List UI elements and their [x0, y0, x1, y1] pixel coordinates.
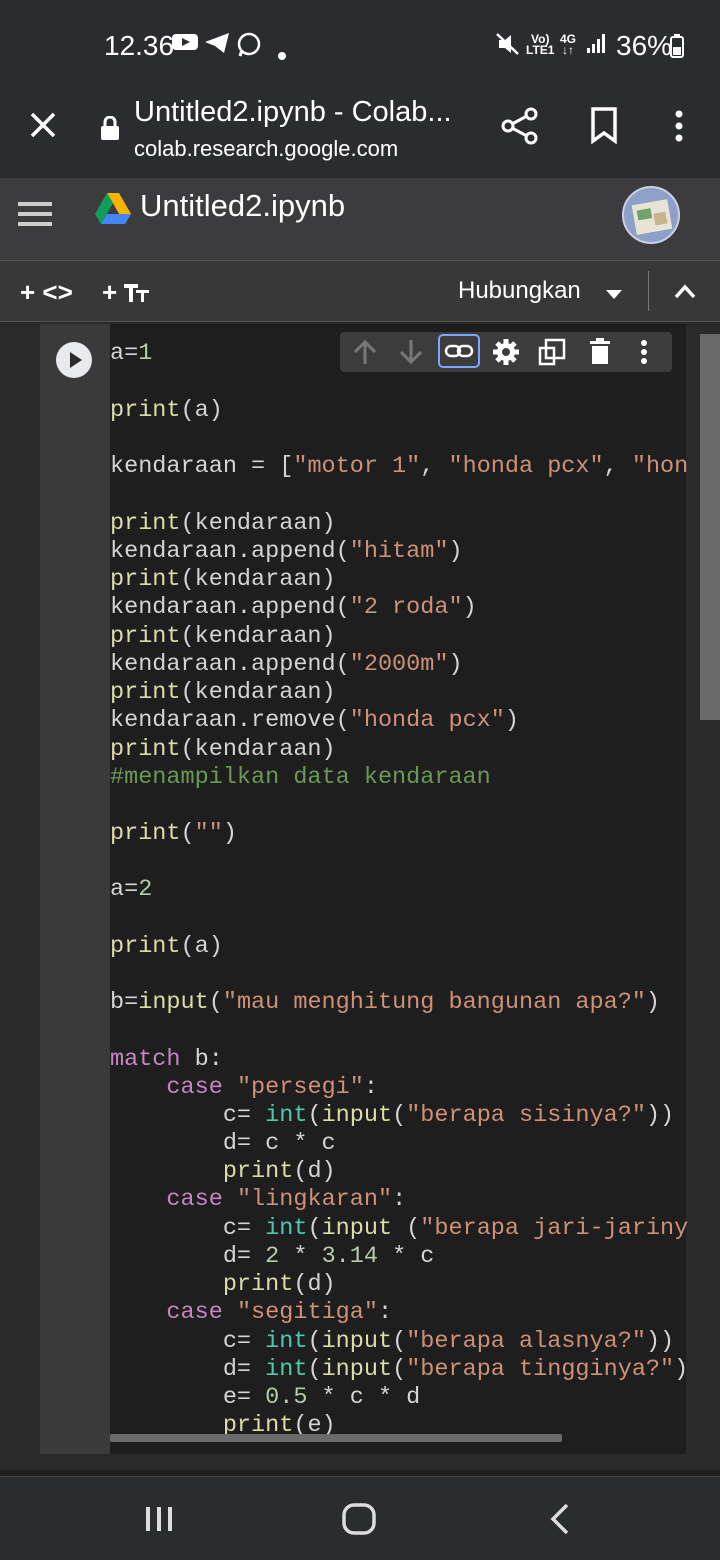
notebook-toolbar: + <> + Hubungkan: [0, 260, 720, 322]
status-time: 12.36: [104, 30, 175, 61]
browser-address-bar: Untitled2.ipynb - Colab... colab.researc…: [0, 86, 720, 178]
cell-gutter: [40, 324, 110, 1454]
text-format-icon: [124, 284, 150, 302]
code-line[interactable]: print(kendaraan): [110, 736, 336, 764]
code-line[interactable]: print(d): [110, 1158, 336, 1186]
net-type-label: 4G: [560, 32, 577, 46]
code-line[interactable]: #menampilkan data kendaraan: [110, 764, 491, 792]
share-icon[interactable]: [500, 106, 540, 151]
bookmark-icon[interactable]: [590, 106, 618, 149]
code-line[interactable]: b=input("mau menghitung bangunan apa?"): [110, 989, 660, 1017]
code-line[interactable]: print(d): [110, 1271, 336, 1299]
code-line[interactable]: print(""): [110, 820, 237, 848]
code-line[interactable]: print(kendaraan): [110, 623, 336, 651]
home-icon[interactable]: [342, 1503, 376, 1540]
chevron-down-icon[interactable]: [606, 287, 622, 305]
colab-header: Untitled2.ipynb: [0, 178, 720, 260]
net-type: 4G ↓↑: [560, 32, 577, 57]
code-line[interactable]: print(a): [110, 933, 223, 961]
code-line[interactable]: print(kendaraan): [110, 566, 336, 594]
page-url[interactable]: colab.research.google.com: [134, 136, 398, 162]
volte-indicator: Vo) LTE1: [526, 33, 555, 57]
code-line[interactable]: d= int(input("berapa tingginya?"): [110, 1356, 688, 1384]
page-title[interactable]: Untitled2.ipynb - Colab...: [134, 96, 452, 129]
recent-apps-icon[interactable]: [144, 1505, 174, 1538]
code-line[interactable]: kendaraan.append("2000m"): [110, 651, 463, 679]
code-line[interactable]: kendaraan.append("2 roda"): [110, 594, 477, 622]
signal-icon: [586, 32, 608, 60]
google-drive-icon[interactable]: [94, 192, 132, 231]
code-line[interactable]: match b:: [110, 1046, 223, 1074]
code-line[interactable]: c= int(input("berapa sisinya?")): [110, 1102, 674, 1130]
code-line[interactable]: case "segitiga":: [110, 1299, 392, 1327]
move-up-icon[interactable]: [352, 338, 378, 371]
code-line[interactable]: print(kendaraan): [110, 679, 336, 707]
code-line[interactable]: e= 0.5 * c * d: [110, 1384, 420, 1412]
whatsapp-icon: [236, 32, 262, 64]
code-line[interactable]: a=1: [110, 340, 152, 368]
add-text-label: +: [102, 277, 125, 307]
code-line[interactable]: kendaraan = ["motor 1", "honda pcx", "ho…: [110, 453, 688, 481]
move-down-icon[interactable]: [398, 338, 424, 371]
telegram-icon: [204, 32, 230, 60]
toolbar-divider: [648, 271, 649, 311]
lock-icon: [100, 115, 120, 145]
back-icon[interactable]: [550, 1503, 570, 1540]
mute-icon: [496, 32, 520, 62]
code-line[interactable]: print(kendaraan): [110, 510, 336, 538]
mirror-cell-icon[interactable]: [538, 338, 566, 371]
battery-text: 36%: [616, 30, 673, 61]
code-line[interactable]: kendaraan.remove("honda pcx"): [110, 707, 519, 735]
code-line[interactable]: c= int(input ("berapa jari-jariny: [110, 1215, 688, 1243]
add-code-button[interactable]: + <>: [20, 277, 73, 308]
close-icon[interactable]: [28, 110, 58, 140]
cell-toolbar: [340, 332, 672, 372]
notebook-name[interactable]: Untitled2.ipynb: [140, 188, 345, 224]
menu-icon[interactable]: [18, 198, 52, 233]
code-line[interactable]: d= 2 * 3.14 * c: [110, 1243, 435, 1271]
code-line[interactable]: print(a): [110, 397, 223, 425]
code-line[interactable]: case "persegi":: [110, 1074, 378, 1102]
system-nav-bar: [0, 1476, 720, 1560]
code-line[interactable]: c= int(input("berapa alasnya?")): [110, 1328, 674, 1356]
battery-icon: [670, 34, 684, 64]
gear-icon[interactable]: [492, 338, 520, 371]
dot-icon: [278, 40, 286, 66]
code-line[interactable]: d= c * c: [110, 1130, 336, 1158]
vertical-scrollbar[interactable]: [700, 334, 720, 720]
connect-button[interactable]: Hubungkan: [458, 277, 581, 305]
horizontal-scrollbar[interactable]: [110, 1434, 562, 1442]
youtube-icon: [172, 32, 198, 58]
delete-icon[interactable]: [588, 338, 612, 371]
add-text-button[interactable]: +: [102, 277, 150, 308]
link-icon[interactable]: [438, 334, 480, 373]
avatar[interactable]: [622, 186, 680, 244]
more-vert-icon[interactable]: [672, 110, 686, 147]
code-line[interactable]: case "lingkaran":: [110, 1186, 406, 1214]
code-line[interactable]: a=2: [110, 876, 152, 904]
net-bottom-label: LTE1: [526, 43, 555, 57]
chevron-up-icon[interactable]: [674, 283, 696, 304]
code-line[interactable]: kendaraan.append("hitam"): [110, 538, 463, 566]
run-cell-button[interactable]: [56, 342, 92, 378]
status-bar: 12.36 Vo) LTE1 4G ↓↑ 36%: [0, 0, 720, 86]
more-vert-icon[interactable]: [640, 340, 648, 369]
